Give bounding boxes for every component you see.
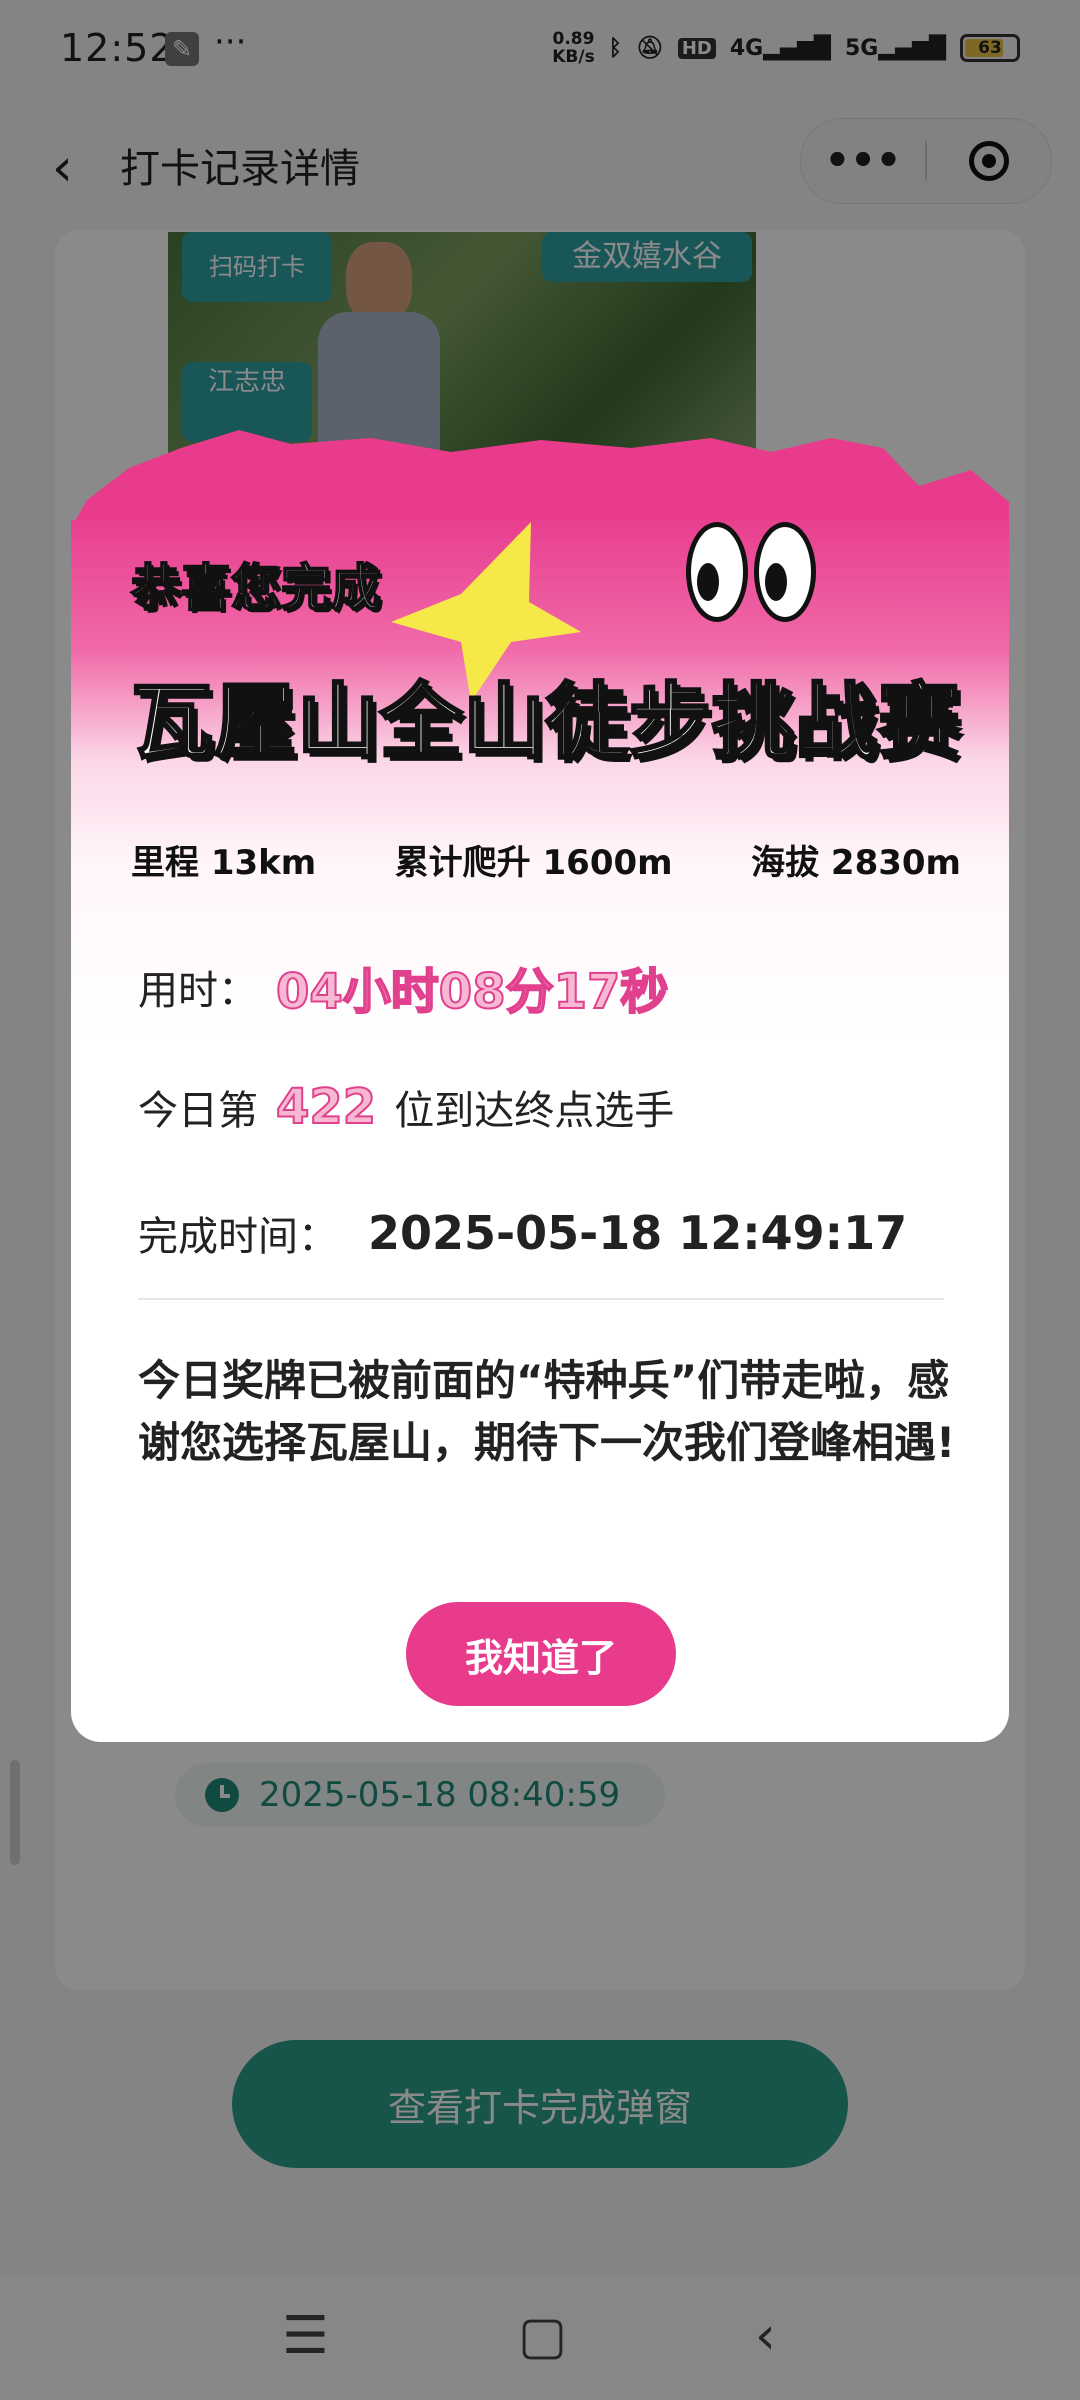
rank-value: 422 bbox=[275, 1078, 377, 1136]
stat-climb: 累计爬升 1600m bbox=[394, 843, 673, 883]
rank-row: 今日第 422 位到达终点选手 bbox=[138, 1078, 674, 1136]
stat-distance: 里程 13km bbox=[131, 843, 317, 883]
rank-prefix: 今日第 bbox=[138, 1088, 258, 1134]
duration-label: 用时： bbox=[138, 968, 258, 1014]
rank-suffix: 位到达终点选手 bbox=[394, 1088, 675, 1134]
completion-modal: 恭喜您完成 瓦屋山全山徒步挑战赛 里程 13km 累计爬升 1600m 海拔 2… bbox=[71, 430, 1009, 1742]
congrats-text: 恭喜您完成 bbox=[130, 558, 382, 618]
stats-row: 里程 13km 累计爬升 1600m 海拔 2830m bbox=[131, 835, 961, 884]
eyes-icon bbox=[686, 522, 826, 622]
finish-time-value: 2025-05-18 12:49:17 bbox=[368, 1206, 908, 1260]
divider bbox=[138, 1298, 944, 1300]
got-it-button[interactable]: 我知道了 bbox=[406, 1602, 676, 1706]
duration-row: 用时： 04小时08分17秒 bbox=[138, 952, 686, 1022]
modal-message: 今日奖牌已被前面的“特种兵”们带走啦，感谢您选择瓦屋山，期待下一次我们登峰相遇! bbox=[138, 1356, 956, 1467]
stat-altitude: 海拔 2830m bbox=[751, 843, 961, 883]
finish-time-label: 完成时间： bbox=[138, 1214, 338, 1260]
finish-time-row: 完成时间： 2025-05-18 12:49:17 bbox=[138, 1204, 907, 1262]
event-name: 瓦屋山全山徒步挑战赛 bbox=[129, 674, 962, 772]
duration-value: 04小时08分17秒 bbox=[275, 963, 669, 1021]
